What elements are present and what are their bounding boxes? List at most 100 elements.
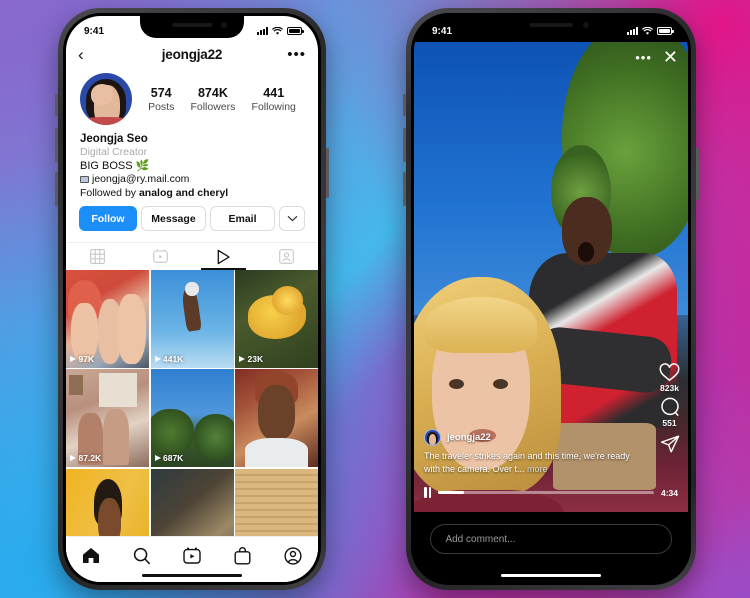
grid-cell[interactable]: 687K bbox=[150, 369, 234, 468]
comment-button[interactable]: 551 bbox=[660, 397, 680, 428]
notch bbox=[495, 16, 607, 39]
heart-icon bbox=[659, 363, 680, 382]
profile-circle-icon[interactable] bbox=[284, 546, 302, 565]
view-count: 97K bbox=[78, 353, 95, 364]
bio-section: Jeongja Seo Digital Creator BIG BOSS 🌿 j… bbox=[66, 131, 318, 199]
share-paperplane-icon bbox=[660, 435, 679, 453]
mute-switch[interactable] bbox=[403, 94, 406, 116]
phone-right-reel: 9:41 ••• ✕ 823k 551 jeongja22 The travel… bbox=[403, 8, 699, 590]
cellular-bars-icon bbox=[627, 27, 638, 35]
comment-count: 551 bbox=[662, 418, 677, 428]
stat-posts[interactable]: 574 Posts bbox=[148, 86, 174, 113]
caption-user-row[interactable]: jeongja22 bbox=[424, 429, 632, 447]
view-count-row: 441K bbox=[154, 354, 183, 364]
video-grid: 97K 441K 23K 87.2K 687K bbox=[66, 270, 318, 567]
duration-label: 4:34 bbox=[660, 487, 678, 498]
view-count: 687K bbox=[163, 453, 184, 464]
status-time: 9:41 bbox=[432, 25, 453, 37]
reels-icon[interactable] bbox=[183, 547, 202, 565]
front-camera bbox=[221, 22, 228, 28]
power-button[interactable] bbox=[326, 148, 329, 198]
play-triangle-icon bbox=[70, 355, 76, 362]
home-icon[interactable] bbox=[82, 547, 100, 564]
grid-cell[interactable]: 23K bbox=[235, 270, 318, 368]
reel-top-bar: ••• ✕ bbox=[635, 48, 678, 66]
view-count: 23K bbox=[247, 353, 264, 364]
action-buttons: Follow Message Email bbox=[66, 199, 318, 231]
play-triangle-icon bbox=[239, 355, 245, 362]
mute-switch[interactable] bbox=[55, 94, 58, 116]
status-time: 9:41 bbox=[84, 25, 105, 37]
phone-left-profile: 9:41 ‹ jeongja22 ••• 574 Posts 874K Foll… bbox=[55, 8, 329, 590]
profile-tabs bbox=[66, 242, 318, 270]
reel-player[interactable]: ••• ✕ 823k 551 jeongja22 The traveler st… bbox=[414, 42, 688, 512]
followers-count: 874K bbox=[197, 85, 228, 100]
play-triangle-icon bbox=[154, 455, 161, 462]
volume-down-button[interactable] bbox=[55, 172, 58, 206]
play-triangle-icon bbox=[154, 355, 161, 362]
grid-cell[interactable]: 87.2K bbox=[66, 369, 149, 468]
email-button[interactable]: Email bbox=[209, 206, 275, 231]
earpiece-speaker bbox=[529, 23, 573, 27]
power-button[interactable] bbox=[696, 148, 699, 200]
caption-text[interactable]: The traveler strikes again and this time… bbox=[424, 450, 632, 476]
person-foreground bbox=[414, 277, 567, 512]
grid-icon bbox=[90, 249, 105, 264]
volume-up-button[interactable] bbox=[403, 128, 406, 162]
battery-icon bbox=[287, 27, 304, 35]
progress-fill bbox=[438, 491, 465, 494]
like-count: 823k bbox=[660, 383, 679, 393]
caption-more-link[interactable]: more bbox=[525, 464, 548, 474]
followed-by: Followed by analog and cheryl bbox=[80, 187, 304, 199]
view-count-row: 23K bbox=[239, 354, 263, 364]
progress-bar[interactable] bbox=[438, 491, 654, 494]
add-comment-input[interactable]: Add comment... bbox=[430, 524, 672, 554]
followed-prefix: Followed by bbox=[80, 187, 139, 199]
battery-icon bbox=[657, 27, 674, 35]
bio-email: jeongja@ry.mail.com bbox=[92, 173, 190, 185]
like-button[interactable]: 823k bbox=[659, 363, 680, 393]
shop-bag-icon[interactable] bbox=[234, 546, 251, 565]
stat-following[interactable]: 441 Following bbox=[252, 86, 296, 113]
avatar[interactable] bbox=[80, 73, 132, 125]
search-icon[interactable] bbox=[133, 547, 151, 565]
following-count: 441 bbox=[263, 85, 285, 100]
grid-cell[interactable]: 97K bbox=[66, 270, 149, 368]
volume-up-button[interactable] bbox=[55, 128, 58, 162]
grid-tab[interactable] bbox=[66, 243, 129, 270]
envelope-icon bbox=[80, 175, 89, 183]
chevron-down-icon[interactable] bbox=[279, 206, 305, 231]
close-icon[interactable]: ✕ bbox=[663, 48, 678, 66]
reel-actions: 823k 551 bbox=[659, 363, 680, 454]
followers-label: Followers bbox=[190, 100, 236, 113]
caption-username: jeongja22 bbox=[447, 432, 491, 444]
more-options-icon[interactable]: ••• bbox=[284, 46, 306, 63]
bio-email-row[interactable]: jeongja@ry.mail.com bbox=[80, 173, 304, 185]
view-count-row: 687K bbox=[154, 453, 184, 464]
share-button[interactable] bbox=[660, 434, 680, 454]
stat-followers[interactable]: 874K Followers bbox=[190, 86, 235, 113]
comment-bar: Add comment... bbox=[414, 512, 688, 582]
front-camera bbox=[583, 22, 590, 28]
avatar bbox=[424, 429, 441, 447]
stats-row: 574 Posts 874K Followers 441 Following bbox=[132, 86, 304, 113]
reels-tab[interactable] bbox=[129, 243, 192, 270]
video-tab[interactable] bbox=[192, 243, 255, 270]
play-icon bbox=[217, 249, 230, 264]
message-button[interactable]: Message bbox=[140, 206, 206, 231]
more-options-icon[interactable]: ••• bbox=[635, 50, 652, 65]
follow-button[interactable]: Follow bbox=[79, 206, 137, 231]
tagged-person-icon bbox=[279, 249, 294, 264]
player-controls: 4:34 bbox=[424, 487, 678, 498]
chevron-left-icon[interactable]: ‹ bbox=[78, 46, 100, 63]
posts-label: Posts bbox=[148, 100, 175, 113]
pause-icon[interactable] bbox=[424, 487, 432, 498]
followed-names: analog and cheryl bbox=[138, 187, 229, 199]
cellular-bars-icon bbox=[257, 27, 268, 35]
wifi-icon bbox=[642, 26, 653, 35]
grid-cell[interactable]: 441K bbox=[150, 270, 234, 368]
volume-down-button[interactable] bbox=[403, 172, 406, 206]
reels-icon bbox=[153, 249, 168, 263]
tagged-tab[interactable] bbox=[255, 243, 318, 270]
grid-cell[interactable] bbox=[235, 369, 318, 468]
